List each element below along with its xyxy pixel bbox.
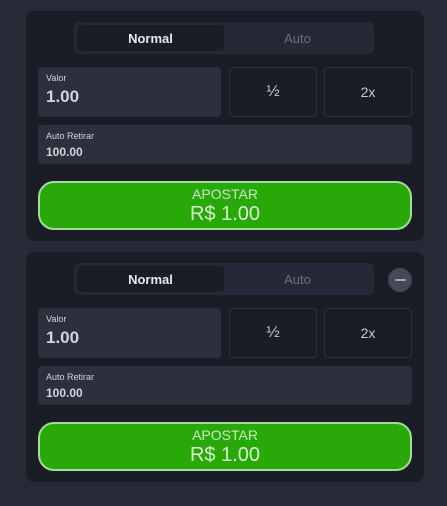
bet-amount-label: Valor	[46, 314, 67, 324]
tab-auto[interactable]: Auto	[224, 266, 371, 292]
auto-cashout-label: Auto Retirar	[46, 372, 95, 382]
half-amount-button[interactable]: ½	[229, 67, 317, 117]
auto-cashout-input[interactable]: 100.00	[46, 386, 404, 400]
auto-cashout-label: Auto Retirar	[46, 131, 95, 141]
place-bet-label: APOSTAR	[192, 185, 258, 202]
place-bet-amount: R$ 1.00	[189, 443, 261, 466]
bet-amount-field[interactable]: Valor 1.00	[38, 67, 221, 117]
half-amount-button[interactable]: ½	[229, 308, 317, 358]
double-amount-button[interactable]: 2x	[324, 308, 412, 358]
bet-panel-1: Normal Auto Valor 1.00 ½ 2x Auto Retirar…	[26, 11, 424, 241]
tab-normal[interactable]: Normal	[77, 25, 224, 51]
place-bet-button[interactable]: APOSTAR R$ 1.00	[38, 422, 412, 471]
auto-cashout-field[interactable]: Auto Retirar 100.00	[38, 125, 412, 164]
bet-amount-field[interactable]: Valor 1.00	[38, 308, 221, 358]
tab-auto[interactable]: Auto	[224, 25, 371, 51]
tab-normal[interactable]: Normal	[77, 266, 224, 292]
remove-bet-button[interactable]	[388, 268, 412, 292]
bet-amount-input[interactable]: 1.00	[46, 328, 213, 348]
bet-panel-2: Normal Auto Valor 1.00 ½ 2x Auto Retirar…	[26, 252, 424, 482]
mode-switch: Normal Auto	[74, 22, 374, 54]
mode-switch: Normal Auto	[74, 263, 374, 295]
place-bet-amount: R$ 1.00	[189, 202, 261, 225]
auto-cashout-field[interactable]: Auto Retirar 100.00	[38, 366, 412, 405]
bet-amount-input[interactable]: 1.00	[46, 87, 213, 107]
place-bet-button[interactable]: APOSTAR R$ 1.00	[38, 181, 412, 230]
place-bet-label: APOSTAR	[192, 426, 258, 443]
double-amount-button[interactable]: 2x	[324, 67, 412, 117]
auto-cashout-input[interactable]: 100.00	[46, 145, 404, 159]
minus-circle-icon	[394, 279, 406, 281]
bet-amount-label: Valor	[46, 73, 67, 83]
